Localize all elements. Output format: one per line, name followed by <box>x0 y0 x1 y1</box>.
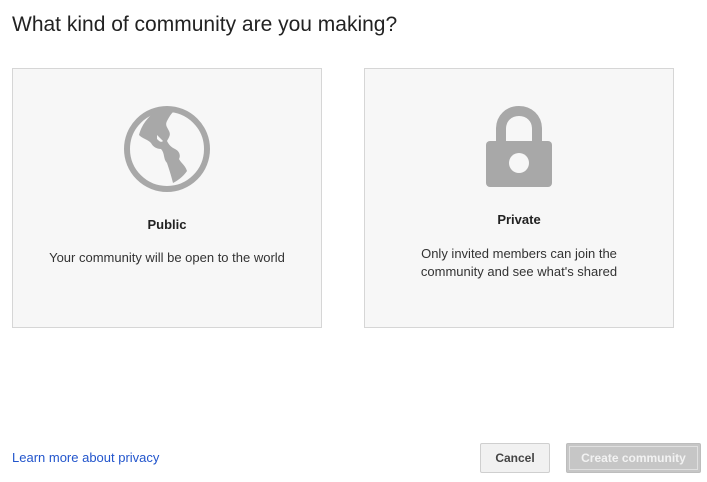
cancel-button[interactable]: Cancel <box>480 443 550 473</box>
private-option-title: Private <box>497 212 541 227</box>
public-option-card[interactable]: Public Your community will be open to th… <box>12 68 322 328</box>
globe-icon <box>124 106 210 192</box>
learn-more-privacy-link[interactable]: Learn more about privacy <box>12 450 159 465</box>
private-option-card[interactable]: Private Only invited members can join th… <box>364 68 674 328</box>
dialog-title: What kind of community are you making? <box>12 13 398 36</box>
public-option-title: Public <box>147 217 187 232</box>
public-option-description: Your community will be open to the world <box>49 250 285 265</box>
private-option-description: Only invited members can join the commun… <box>420 246 618 279</box>
lock-icon <box>486 105 552 187</box>
create-community-dialog: What kind of community are you making? P… <box>0 0 707 482</box>
create-community-button[interactable]: Create community <box>566 443 701 473</box>
